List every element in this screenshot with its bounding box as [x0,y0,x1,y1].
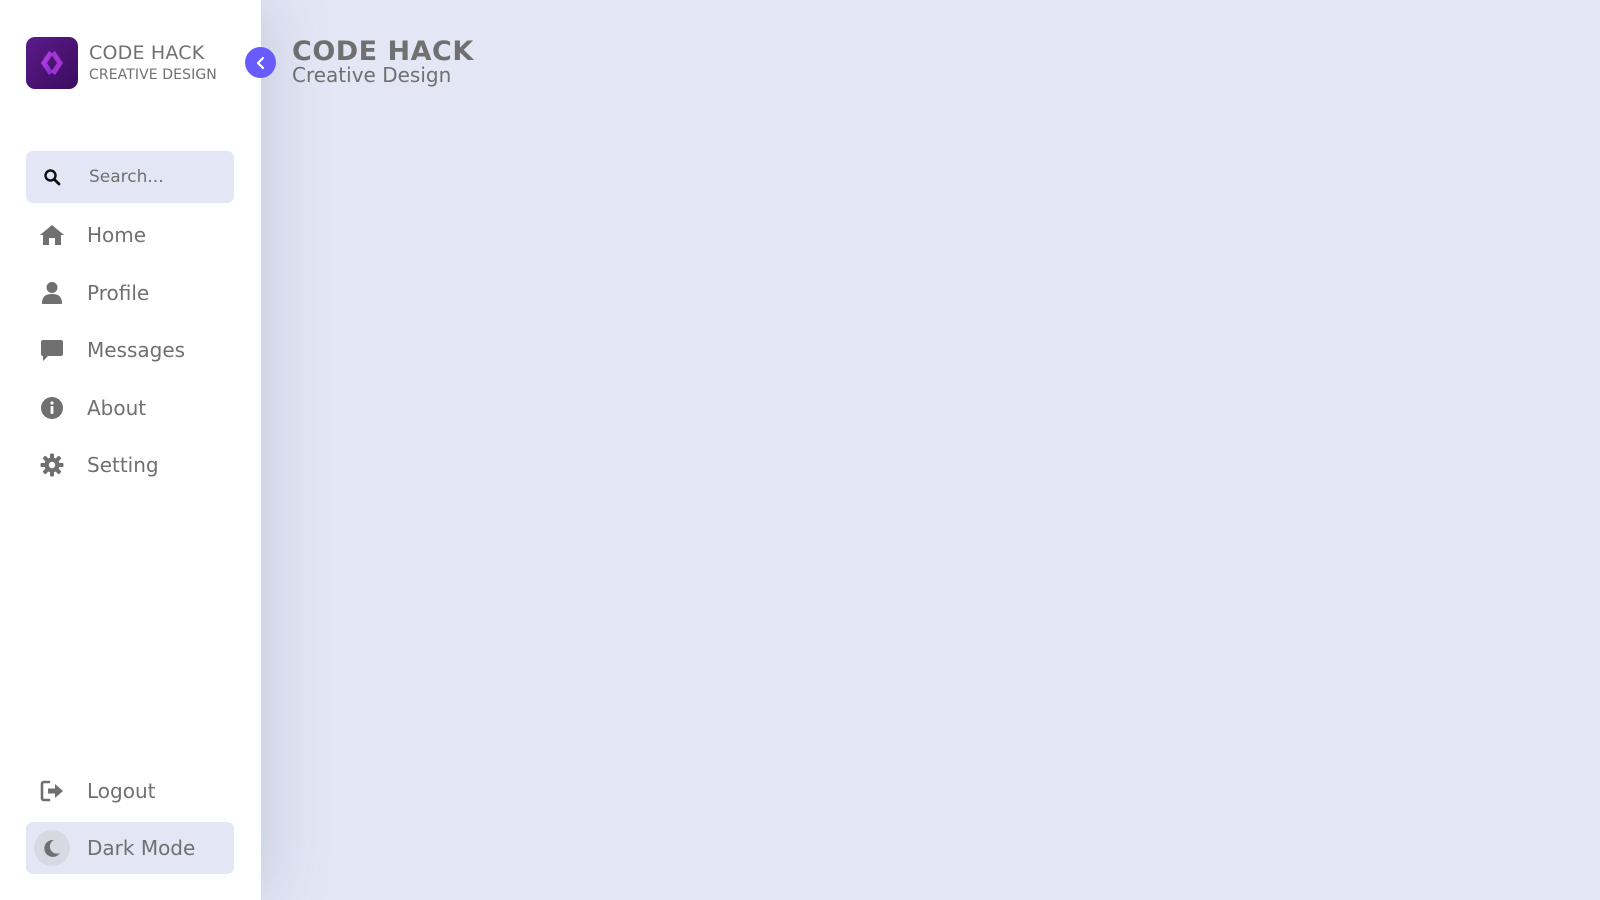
menu-item-profile[interactable]: Profile [26,267,234,319]
menu-label-about: About [87,395,147,420]
search-input[interactable] [87,157,237,197]
info-icon [26,382,78,434]
menu-label-messages: Messages [87,338,186,362]
main-content: CODE HACK Creative Design [261,0,1600,900]
chevron-left-icon [255,56,267,70]
brand-name: CODE HACK [89,41,205,64]
search-icon [26,151,78,203]
brand-tagline: CREATIVE DESIGN [89,66,217,83]
menu-label-home: Home [87,223,147,247]
menu-label-setting: Setting [87,453,159,477]
page-title: CODE HACK Creative Design [292,38,474,85]
dark-mode-icon-slot [26,822,78,874]
message-icon [26,324,78,376]
sidebar-bottom: Logout Dark Mode [26,765,234,879]
dark-mode-toggle[interactable]: Dark Mode [26,822,234,874]
nav-menu: Home Profile Messages About Setting [26,209,234,497]
moon-icon [34,830,70,866]
brand-text: CODE HACK CREATIVE DESIGN [89,41,217,83]
dark-mode-label: Dark Mode [87,836,196,860]
search-box [26,151,237,203]
logout-icon [26,765,78,817]
code-hack-logo-icon [26,37,78,89]
menu-item-about[interactable]: About [26,382,234,434]
logout-label: Logout [87,779,156,803]
brand: CODE HACK CREATIVE DESIGN [26,37,217,89]
sidebar-toggle-button[interactable] [245,47,276,78]
user-icon [26,267,78,319]
logout-button[interactable]: Logout [26,765,234,817]
sidebar: CODE HACK CREATIVE DESIGN Home [0,0,261,900]
home-icon [26,209,78,261]
gear-icon [26,439,78,491]
app: CODE HACK CREATIVE DESIGN Home [0,0,1600,900]
menu-item-home[interactable]: Home [26,209,234,261]
page-subtitle: Creative Design [292,63,452,87]
page-title-main: CODE HACK [292,36,474,67]
menu-item-messages[interactable]: Messages [26,324,234,376]
menu-label-profile: Profile [87,280,150,305]
menu-item-setting[interactable]: Setting [26,439,234,491]
